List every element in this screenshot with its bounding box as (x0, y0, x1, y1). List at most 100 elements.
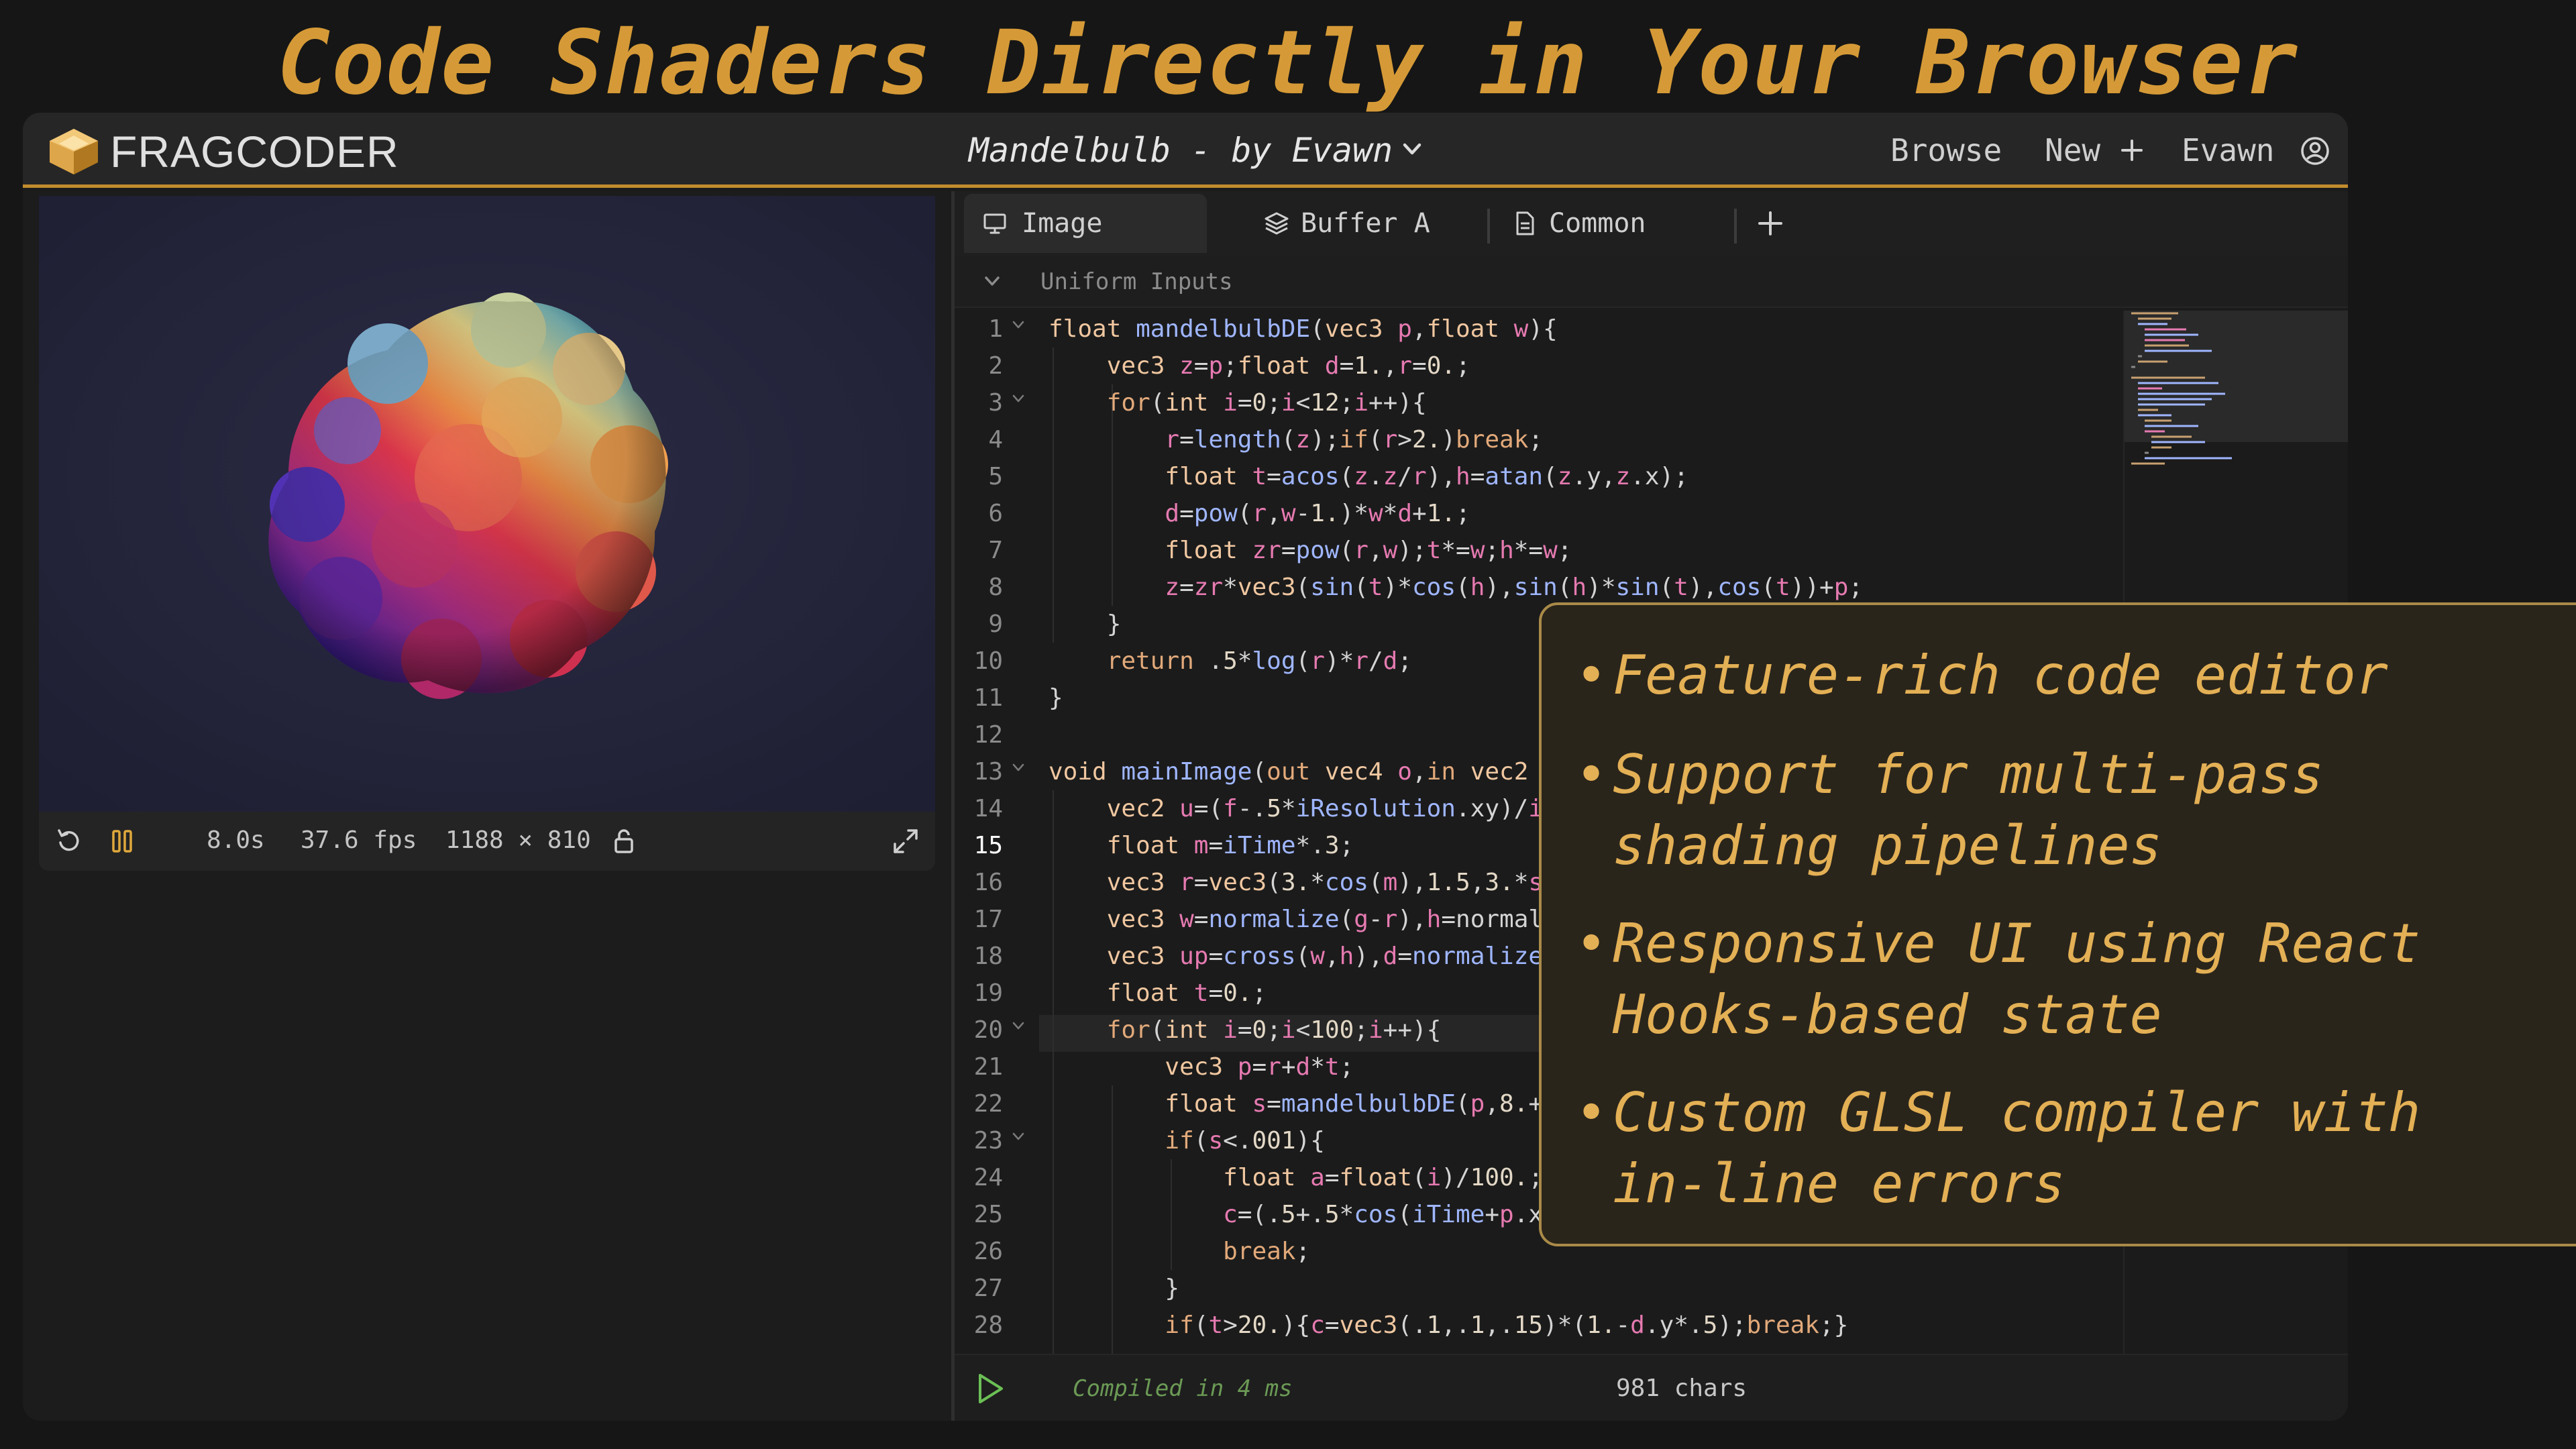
shader-title[interactable]: Mandelbulb - by Evawn (969, 129, 1393, 172)
feature-bullet: • Custom GLSL compiler with in-line error… (1575, 1081, 2421, 1215)
code-line[interactable]: break; (1049, 1233, 1310, 1270)
lock-icon[interactable] (610, 826, 637, 856)
line-number: 6 (988, 500, 1003, 527)
layers-icon (1265, 212, 1289, 235)
line-number: 11 (973, 684, 1003, 712)
tab-buffer-a-label: Buffer A (1301, 208, 1430, 239)
line-number: 5 (988, 463, 1003, 490)
line-number: 28 (973, 1311, 1003, 1339)
line-number: 10 (973, 647, 1003, 675)
code-line[interactable]: float m=iTime*.3; (1049, 827, 1354, 864)
code-line[interactable]: float a=float(i)/100.; (1049, 1159, 1543, 1196)
fold-chevron-icon[interactable] (1010, 316, 1027, 333)
code-line[interactable]: float t=0.; (1049, 975, 1267, 1012)
line-number: 7 (988, 537, 1003, 564)
tab-separator (1487, 209, 1490, 244)
tab-image-label: Image (1022, 208, 1103, 239)
line-number: 18 (973, 943, 1003, 970)
line-number: 19 (973, 979, 1003, 1007)
logo-icon (50, 129, 98, 174)
tab-common[interactable]: Common (1507, 194, 1709, 253)
fold-chevron-icon[interactable] (1010, 390, 1027, 407)
line-number: 15 (973, 832, 1003, 859)
code-line[interactable]: d=pow(r,w-1.)*w*d+1.; (1049, 495, 1470, 532)
uniform-inputs-label: Uniform Inputs (1040, 268, 1233, 295)
code-line[interactable]: vec3 p=r+d*t; (1049, 1049, 1354, 1085)
fold-chevron-icon[interactable] (1010, 1017, 1027, 1034)
line-number-gutter: 1 2 3 4 5 6 7 8 9 10 11 12 13 14 15 16 17 18 19 20 21 22 23 24 2… (955, 311, 1039, 1354)
minimap-preview (2131, 312, 2232, 465)
new-button[interactable]: New (2045, 130, 2100, 170)
pause-icon[interactable] (106, 825, 138, 857)
fold-chevron-icon[interactable] (1010, 759, 1027, 776)
compile-status: Compiled in 4 ms (1073, 1375, 1293, 1402)
line-number: 4 (988, 426, 1003, 453)
line-number: 3 (988, 389, 1003, 417)
chevron-down-icon[interactable] (1395, 133, 1429, 166)
uniform-inputs-toggle[interactable]: Uniform Inputs (955, 256, 2348, 308)
code-line[interactable]: r=length(z);if(r>2.)break; (1049, 421, 1543, 458)
tab-image[interactable]: Image (964, 194, 1207, 253)
code-line[interactable]: } (1049, 1270, 1179, 1307)
restart-icon[interactable] (52, 825, 85, 857)
run-icon[interactable] (973, 1371, 1007, 1406)
code-line[interactable]: vec3 w=normalize(g-r),h=normal (1049, 901, 1543, 938)
fps-counter: 37.6 fps (301, 826, 417, 854)
code-line[interactable]: float s=mandelbulbDE(p,8.+ (1049, 1085, 1543, 1122)
tab-common-label: Common (1549, 208, 1646, 239)
add-tab-icon[interactable] (1754, 207, 1786, 239)
code-line[interactable]: if(t>20.){c=vec3(.1,.1,.15)*(1.-d.y*.5);… (1049, 1307, 1848, 1344)
code-line[interactable]: z=zr*vec3(sin(t)*cos(h),sin(h)*sin(t),co… (1049, 569, 1863, 606)
browse-link[interactable]: Browse (1890, 130, 2002, 170)
line-number: 21 (973, 1053, 1003, 1081)
status-bar: Compiled in 4 ms 981 chars (955, 1354, 2348, 1421)
tab-separator (1734, 209, 1737, 244)
code-line[interactable]: float zr=pow(r,w);t*=w;h*=w; (1049, 532, 1572, 569)
line-number: 24 (973, 1164, 1003, 1191)
line-number: 26 (973, 1238, 1003, 1265)
line-number: 27 (973, 1275, 1003, 1302)
code-line[interactable]: vec3 z=p;float d=1.,r=0.; (1049, 347, 1470, 384)
code-line[interactable]: vec3 r=vec3(3.*cos(m),1.5,3.*s (1049, 864, 1543, 901)
line-number: 12 (973, 721, 1003, 749)
line-number: 14 (973, 795, 1003, 822)
line-number: 17 (973, 906, 1003, 933)
feature-callout: • Feature-rich code editor • Support for m… (1539, 602, 2576, 1246)
code-line[interactable]: float t=acos(z.z/r),h=atan(z.y,z.x); (1049, 458, 1688, 495)
fullscreen-icon[interactable] (890, 825, 922, 857)
code-line[interactable]: } (1049, 680, 1063, 716)
feature-bullet: • Support for multi-pass shading pipeline… (1575, 743, 2324, 877)
line-number: 8 (988, 574, 1003, 601)
line-number: 20 (973, 1016, 1003, 1044)
brand-name[interactable]: FRAGCODER (110, 126, 399, 177)
code-line[interactable]: for(int i=0;i<100;i++){ (1049, 1012, 1442, 1049)
monitor-icon (983, 213, 1006, 234)
code-line[interactable]: for(int i=0;i<12;i++){ (1049, 384, 1427, 421)
line-number: 22 (973, 1090, 1003, 1118)
user-circle-icon[interactable] (2300, 136, 2330, 166)
char-count: 981 chars (1616, 1375, 1748, 1402)
code-line[interactable]: vec3 up=cross(w,h),d=normalize (1049, 938, 1543, 975)
fold-chevron-icon[interactable] (1010, 1128, 1027, 1145)
code-line[interactable]: if(s<.001){ (1049, 1122, 1324, 1159)
user-menu[interactable]: Evawn (2182, 130, 2274, 170)
line-number: 23 (973, 1127, 1003, 1155)
code-line[interactable]: return .5*log(r)*r/d; (1049, 643, 1412, 680)
tab-bar: Image Buffer A Common (955, 191, 2348, 256)
top-bar: FRAGCODER Mandelbulb - by Evawn Browse N… (23, 113, 2348, 188)
feature-bullet: • Responsive UI using React Hooks-based s… (1575, 912, 2421, 1046)
line-number: 16 (973, 869, 1003, 896)
line-number: 9 (988, 610, 1003, 638)
code-line[interactable]: c=(.5+.5*cos(iTime+p.x (1049, 1196, 1543, 1233)
mandelbulb-render (39, 196, 935, 812)
plus-icon[interactable] (2118, 137, 2145, 164)
code-line[interactable]: void mainImage(out vec4 o,in vec2 (1049, 753, 1528, 790)
tab-buffer-a[interactable]: Buffer A (1259, 194, 1460, 253)
chevron-down-icon (985, 276, 1000, 286)
code-line[interactable]: float mandelbulbDE(vec3 p,float w){ (1049, 311, 1558, 347)
line-number: 1 (988, 315, 1003, 343)
shader-canvas[interactable] (39, 196, 935, 812)
code-line[interactable]: vec2 u=(f-.5*iResolution.xy)/i (1049, 790, 1543, 827)
line-number: 13 (973, 758, 1003, 786)
code-line[interactable]: } (1049, 606, 1122, 643)
